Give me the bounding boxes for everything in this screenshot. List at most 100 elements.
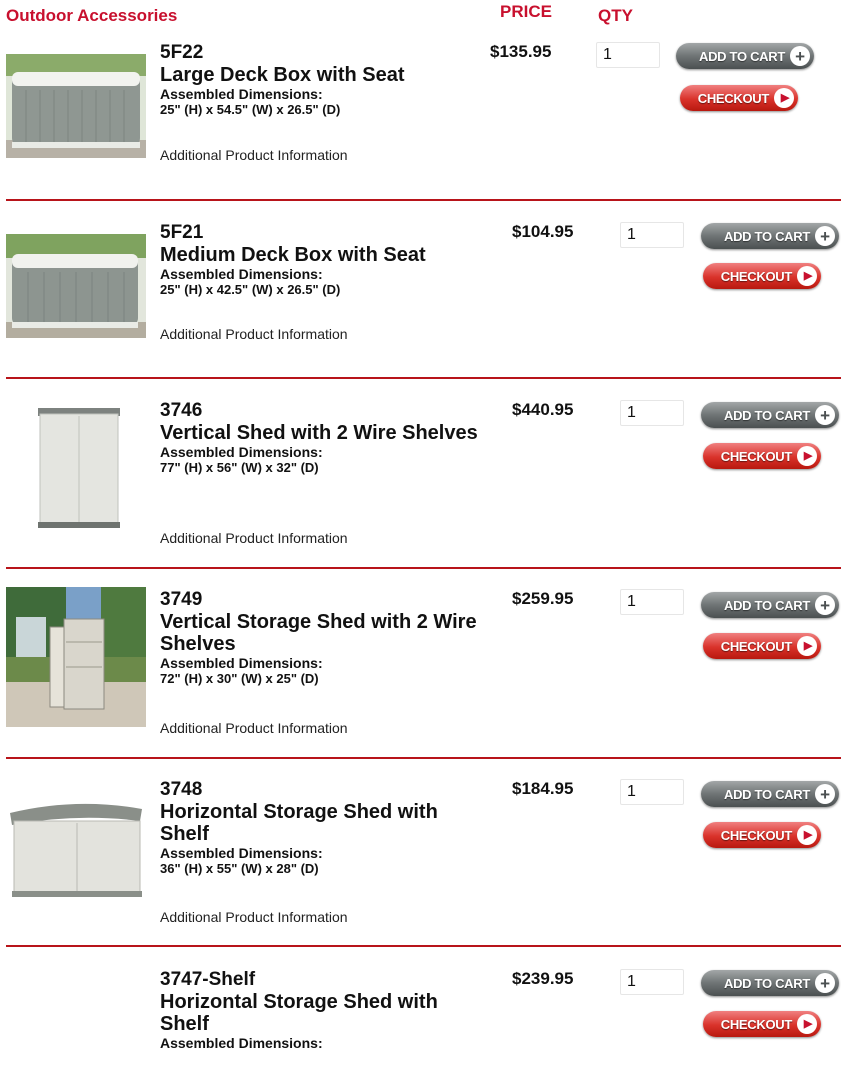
product-row: 3749 Vertical Storage Shed with 2 Wire S… <box>0 587 841 757</box>
dimensions-label: Assembled Dimensions: <box>160 444 323 460</box>
product-price: $184.95 <box>512 779 574 798</box>
qty-column-header: QTY <box>598 6 633 25</box>
dimensions-value: 25" (H) x 42.5" (W) x 26.5" (D) <box>160 282 341 297</box>
checkout-button[interactable]: CHECKOUT ▶ <box>703 443 821 469</box>
play-arrow-icon: ▶ <box>774 88 794 108</box>
dimensions-label: Assembled Dimensions: <box>160 266 323 282</box>
product-code: 3747-Shelf <box>160 969 256 990</box>
product-name-block: Vertical Shed with 2 Wire Shelves Assemb… <box>160 422 480 475</box>
product-name-block: Vertical Storage Shed with 2 Wire Shelve… <box>160 611 480 686</box>
checkout-label: CHECKOUT <box>720 268 793 284</box>
checkout-label: CHECKOUT <box>720 827 793 843</box>
row-divider <box>6 377 841 379</box>
row-divider <box>6 757 841 759</box>
additional-info-link[interactable]: Additional Product Information <box>160 530 348 546</box>
add-to-cart-label: ADD TO CART <box>723 786 810 802</box>
checkout-button[interactable]: CHECKOUT ▶ <box>680 85 798 111</box>
section-title: Outdoor Accessories <box>6 6 178 25</box>
add-to-cart-button[interactable]: ADD TO CART + <box>701 970 839 996</box>
add-to-cart-button[interactable]: ADD TO CART + <box>701 781 839 807</box>
product-name[interactable]: Medium Deck Box with Seat <box>160 244 480 266</box>
play-arrow-icon: ▶ <box>797 636 817 656</box>
row-divider <box>6 199 841 201</box>
checkout-button[interactable]: CHECKOUT ▶ <box>703 633 821 659</box>
additional-info-link[interactable]: Additional Product Information <box>160 720 348 736</box>
product-name-block: Horizontal Storage Shed with Shelf Assem… <box>160 991 480 1051</box>
product-price: $104.95 <box>512 222 574 241</box>
row-divider <box>6 567 841 569</box>
qty-input[interactable] <box>620 779 684 805</box>
qty-input[interactable] <box>596 42 660 68</box>
product-row: 3747-Shelf Horizontal Storage Shed with … <box>0 967 841 1059</box>
additional-info-link[interactable]: Additional Product Information <box>160 909 348 925</box>
checkout-button[interactable]: CHECKOUT ▶ <box>703 822 821 848</box>
add-to-cart-label: ADD TO CART <box>723 407 810 423</box>
qty-input[interactable] <box>620 589 684 615</box>
product-name-block: Horizontal Storage Shed with Shelf Assem… <box>160 801 480 876</box>
checkout-label: CHECKOUT <box>697 90 770 106</box>
play-arrow-icon: ▶ <box>797 825 817 845</box>
plus-circle-icon: + <box>815 973 835 993</box>
add-to-cart-label: ADD TO CART <box>698 48 785 64</box>
product-name[interactable]: Vertical Shed with 2 Wire Shelves <box>160 422 480 444</box>
add-to-cart-label: ADD TO CART <box>723 975 810 991</box>
add-to-cart-label: ADD TO CART <box>723 228 810 244</box>
add-to-cart-button[interactable]: ADD TO CART + <box>701 402 839 428</box>
product-price: $259.95 <box>512 589 574 608</box>
product-name-block: Medium Deck Box with Seat Assembled Dime… <box>160 244 480 297</box>
row-divider <box>6 945 841 947</box>
add-to-cart-button[interactable]: ADD TO CART + <box>701 592 839 618</box>
plus-circle-icon: + <box>815 226 835 246</box>
product-row: 5F22 Large Deck Box with Seat Assembled … <box>0 40 841 200</box>
add-to-cart-button[interactable]: ADD TO CART + <box>676 43 814 69</box>
checkout-button[interactable]: CHECKOUT ▶ <box>703 1011 821 1037</box>
product-code: 3748 <box>160 779 203 800</box>
checkout-label: CHECKOUT <box>720 638 793 654</box>
product-name[interactable]: Vertical Storage Shed with 2 Wire Shelve… <box>160 611 480 655</box>
qty-input[interactable] <box>620 222 684 248</box>
checkout-label: CHECKOUT <box>720 1016 793 1032</box>
product-row: 3748 Horizontal Storage Shed with Shelf … <box>0 777 841 947</box>
dimensions-label: Assembled Dimensions: <box>160 86 323 102</box>
price-column-header: PRICE <box>500 2 552 21</box>
product-name-block: Large Deck Box with Seat Assembled Dimen… <box>160 64 480 117</box>
play-arrow-icon: ▶ <box>797 1014 817 1034</box>
checkout-button[interactable]: CHECKOUT ▶ <box>703 263 821 289</box>
plus-circle-icon: + <box>815 784 835 804</box>
play-arrow-icon: ▶ <box>797 266 817 286</box>
additional-info-link[interactable]: Additional Product Information <box>160 326 348 342</box>
add-to-cart-label: ADD TO CART <box>723 597 810 613</box>
product-price: $239.95 <box>512 969 574 988</box>
dimensions-value: 36" (H) x 55" (W) x 28" (D) <box>160 861 319 876</box>
product-price: $135.95 <box>490 42 552 61</box>
dimensions-value: 77" (H) x 56" (W) x 32" (D) <box>160 460 319 475</box>
qty-input[interactable] <box>620 969 684 995</box>
deck-box-image[interactable] <box>6 234 146 338</box>
horizontal-shed-image[interactable] <box>6 791 146 901</box>
storage-shed-image[interactable] <box>6 587 146 727</box>
product-name[interactable]: Horizontal Storage Shed with Shelf <box>160 801 480 845</box>
plus-circle-icon: + <box>815 595 835 615</box>
additional-info-link[interactable]: Additional Product Information <box>160 147 348 163</box>
play-arrow-icon: ▶ <box>797 446 817 466</box>
dimensions-label: Assembled Dimensions: <box>160 1035 323 1051</box>
plus-circle-icon: + <box>815 405 835 425</box>
add-to-cart-button[interactable]: ADD TO CART + <box>701 223 839 249</box>
product-row: 3746 Vertical Shed with 2 Wire Shelves A… <box>0 398 841 568</box>
product-price: $440.95 <box>512 400 574 419</box>
product-code: 3746 <box>160 400 203 421</box>
product-code: 3749 <box>160 589 203 610</box>
checkout-label: CHECKOUT <box>720 448 793 464</box>
product-code: 5F21 <box>160 222 204 243</box>
deck-box-image[interactable] <box>6 54 146 158</box>
dimensions-label: Assembled Dimensions: <box>160 655 323 671</box>
product-name[interactable]: Horizontal Storage Shed with Shelf <box>160 991 480 1035</box>
dimensions-label: Assembled Dimensions: <box>160 845 323 861</box>
dimensions-value: 72" (H) x 30" (W) x 25" (D) <box>160 671 319 686</box>
plus-circle-icon: + <box>790 46 810 66</box>
product-code: 5F22 <box>160 42 204 63</box>
product-name[interactable]: Large Deck Box with Seat <box>160 64 480 86</box>
qty-input[interactable] <box>620 400 684 426</box>
vertical-shed-image[interactable] <box>30 402 126 532</box>
dimensions-value: 25" (H) x 54.5" (W) x 26.5" (D) <box>160 102 341 117</box>
